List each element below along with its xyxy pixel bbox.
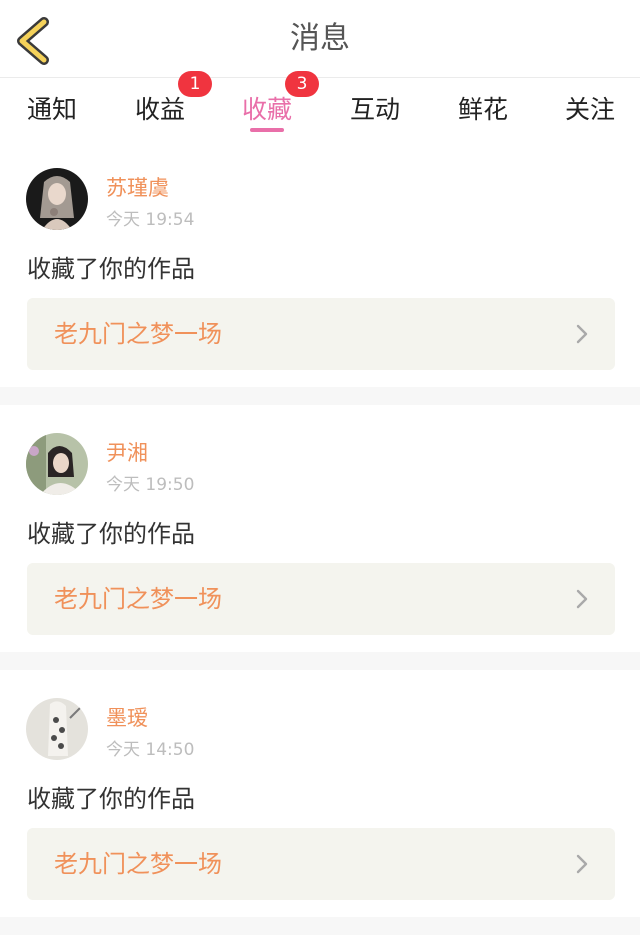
divider [0, 387, 640, 405]
unread-badge: 3 [285, 71, 319, 97]
active-tab-indicator [250, 128, 284, 132]
page-title: 消息 [290, 21, 350, 56]
tab-label: 鲜花 [457, 95, 508, 124]
list-item: 墨瑷 今天 14:50 收藏了你的作品 老九门之梦一场 [0, 670, 640, 917]
activity-text: 收藏了你的作品 [27, 255, 195, 283]
tab-label: 关注 [564, 95, 615, 124]
tab-flowers[interactable]: 鲜花 [446, 78, 520, 140]
chevron-left-icon [17, 17, 49, 65]
work-title: 老九门之梦一场 [54, 850, 222, 878]
username[interactable]: 尹湘 [106, 437, 148, 467]
tab-label: 互动 [349, 95, 400, 124]
tab-label: 通知 [26, 95, 77, 124]
divider [0, 917, 640, 935]
chevron-right-icon [576, 589, 588, 609]
chevron-right-icon [576, 854, 588, 874]
chevron-right-icon [576, 324, 588, 344]
username[interactable]: 墨瑷 [106, 702, 148, 732]
back-button[interactable] [10, 14, 58, 66]
username[interactable]: 苏瑾虞 [106, 172, 169, 202]
tab-interactions[interactable]: 互动 [338, 78, 412, 140]
work-link[interactable]: 老九门之梦一场 [27, 563, 615, 635]
avatar[interactable] [26, 698, 88, 760]
tab-notifications[interactable]: 通知 [15, 78, 89, 140]
activity-text: 收藏了你的作品 [27, 520, 195, 548]
list-item: 尹湘 今天 19:50 收藏了你的作品 老九门之梦一场 [0, 405, 640, 652]
favorites-feed: 苏瑾虞 今天 19:54 收藏了你的作品 老九门之梦一场 尹湘 今天 19:50… [0, 140, 640, 935]
activity-text: 收藏了你的作品 [27, 785, 195, 813]
timestamp: 今天 19:50 [106, 475, 195, 495]
top-bar: 消息 [0, 0, 640, 78]
tab-favorites[interactable]: 收藏 3 [230, 71, 319, 140]
work-link[interactable]: 老九门之梦一场 [27, 298, 615, 370]
tab-earnings[interactable]: 收益 1 [123, 71, 212, 140]
tab-follows[interactable]: 关注 [553, 78, 627, 140]
timestamp: 今天 19:54 [106, 210, 195, 230]
divider [0, 652, 640, 670]
list-item: 苏瑾虞 今天 19:54 收藏了你的作品 老九门之梦一场 [0, 140, 640, 387]
timestamp: 今天 14:50 [106, 740, 195, 760]
work-link[interactable]: 老九门之梦一场 [27, 828, 615, 900]
work-title: 老九门之梦一场 [54, 320, 222, 348]
avatar[interactable] [26, 433, 88, 495]
category-tabs: 通知 收益 1 收藏 3 互动 鲜花 关注 [0, 71, 640, 140]
avatar[interactable] [26, 168, 88, 230]
unread-badge: 1 [178, 71, 212, 97]
work-title: 老九门之梦一场 [54, 585, 222, 613]
